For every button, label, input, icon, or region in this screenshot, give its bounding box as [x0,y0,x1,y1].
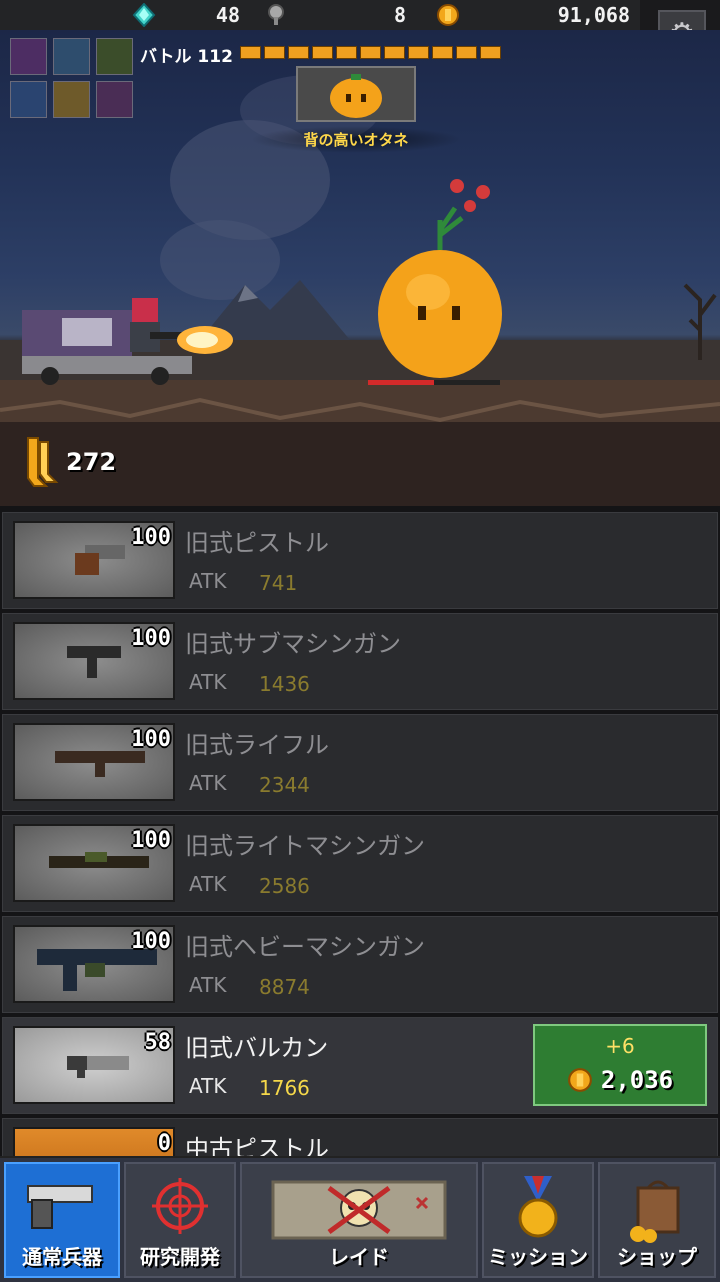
battle-progress-segment [360,46,381,59]
key-count: 8 [393,3,406,27]
gem-counter: 48 [132,3,240,27]
battle-progress-segment [456,46,477,59]
battle-scene: バトル 112 背の高いオタネ 272 [0,30,720,506]
boss-name: 背の高いオタネ [250,126,462,153]
battle-progress-segment [408,46,429,59]
weapon-thumbnail: 100 [13,723,175,801]
weapon-list[interactable]: 100 旧式ピストル ATK 741 100 旧式サブマシンガン ATK 143… [0,506,720,1156]
battle-progress-segment [432,46,453,59]
ammo-icon [27,437,59,487]
weapon-thumbnail: 58 [13,1026,175,1104]
bottom-navigation: 通常兵器 研究開発 レイド ミッション ショップ [0,1156,720,1282]
nav-research[interactable]: 研究開発 [124,1162,236,1278]
battle-progress-segment [264,46,285,59]
atk-value: 1436 [259,672,310,696]
orange-boss-icon [330,74,382,118]
weapon-thumbnail: 100 [13,824,175,902]
weapon-thumbnail: 100 [13,925,175,1003]
weapon-thumbnail: 0 [13,1127,175,1156]
key-icon [268,4,284,25]
buff-icon-2[interactable] [53,38,90,75]
buff-icon-4[interactable] [10,81,47,118]
weapon-row[interactable]: 100 旧式ピストル ATK 741 [2,512,718,609]
coin-counter: 91,068 [436,3,630,27]
weapon-name: 旧式ピストル [185,529,329,557]
nav-label: 通常兵器 [22,1245,102,1269]
battle-progress-segment [384,46,405,59]
weapon-name: 旧式ライトマシンガン [185,832,425,860]
weapon-level: 0 [157,1131,171,1156]
battle-progress-segment [288,46,309,59]
buff-icon-6[interactable] [96,81,133,118]
atk-label: ATK [189,872,227,896]
weapon-row[interactable]: 0 中古ピストル [2,1118,718,1156]
weapon-level: 100 [131,828,171,853]
atk-label: ATK [189,1074,227,1098]
upgrade-level-gain: +6 [605,1034,635,1058]
boss-portrait [296,66,416,122]
crosshair-icon [152,1178,208,1234]
weapon-name: 旧式ヘビーマシンガン [185,933,425,961]
pistol-icon [27,1185,93,1229]
weapon-level: 100 [131,929,171,954]
buff-icon-1[interactable] [10,38,47,75]
weapon-row[interactable]: 58 旧式バルカン ATK 1766 +6 2,036 [2,1017,718,1114]
weapon-name: 旧式バルカン [185,1034,329,1062]
upgrade-cost-value: 2,036 [600,1066,674,1094]
coin-icon [437,4,459,26]
upgrade-cost: 2,036 [535,1066,705,1094]
nav-label: 研究開発 [140,1245,220,1269]
atk-value: 741 [259,571,298,595]
atk-label: ATK [189,569,227,593]
coin-count: 91,068 [557,3,630,27]
ammo-counter: 272 [24,434,116,490]
shopping-bag-icon [630,1180,680,1243]
nav-raid[interactable]: レイド [240,1162,478,1278]
top-resource-bar: 48 8 91,068 [0,0,640,32]
battle-progress-segment [336,46,357,59]
weapon-name: 旧式ライフル [185,731,329,759]
atk-label: ATK [189,670,227,694]
nav-label: レイド [329,1245,389,1269]
key-counter: 8 [264,3,406,27]
nav-label: ミッション [488,1245,588,1269]
atk-value: 8874 [259,975,310,999]
atk-value: 1766 [259,1076,310,1100]
nav-label: ショップ [617,1245,697,1269]
battle-progress-bar [240,46,501,59]
weapon-level: 100 [131,727,171,752]
medal-icon [518,1176,558,1238]
weapon-level: 100 [131,525,171,550]
upgrade-button[interactable]: +6 2,036 [533,1024,707,1106]
nav-shop[interactable]: ショップ [598,1162,716,1278]
atk-value: 2586 [259,874,310,898]
weapon-name: 中古ピストル [185,1135,329,1156]
weapon-thumbnail: 100 [13,521,175,599]
battle-progress-segment [240,46,261,59]
ammo-count: 272 [66,448,117,476]
weapon-thumbnail: 100 [13,622,175,700]
atk-value: 2344 [259,773,310,797]
weapon-level: 58 [144,1030,172,1055]
weapon-name: 旧式サブマシンガン [185,630,401,658]
battle-progress-segment [480,46,501,59]
battle-stage-label: バトル 112 [140,47,233,67]
battle-progress-segment [312,46,333,59]
coin-icon [567,1068,592,1092]
nav-missions[interactable]: ミッション [482,1162,594,1278]
gem-count: 48 [215,3,240,27]
gem-icon [132,3,156,27]
weapon-row[interactable]: 100 旧式サブマシンガン ATK 1436 [2,613,718,710]
weapon-level: 100 [131,626,171,651]
atk-label: ATK [189,771,227,795]
buff-icon-5[interactable] [53,81,90,118]
weapon-row[interactable]: 100 旧式ライフル ATK 2344 [2,714,718,811]
atk-label: ATK [189,973,227,997]
weapon-row[interactable]: 100 旧式ヘビーマシンガン ATK 8874 [2,916,718,1013]
buff-icon-3[interactable] [96,38,133,75]
weapon-row[interactable]: 100 旧式ライトマシンガン ATK 2586 [2,815,718,912]
nav-standard-weapons[interactable]: 通常兵器 [4,1162,120,1278]
skull-map-icon [271,1180,447,1240]
